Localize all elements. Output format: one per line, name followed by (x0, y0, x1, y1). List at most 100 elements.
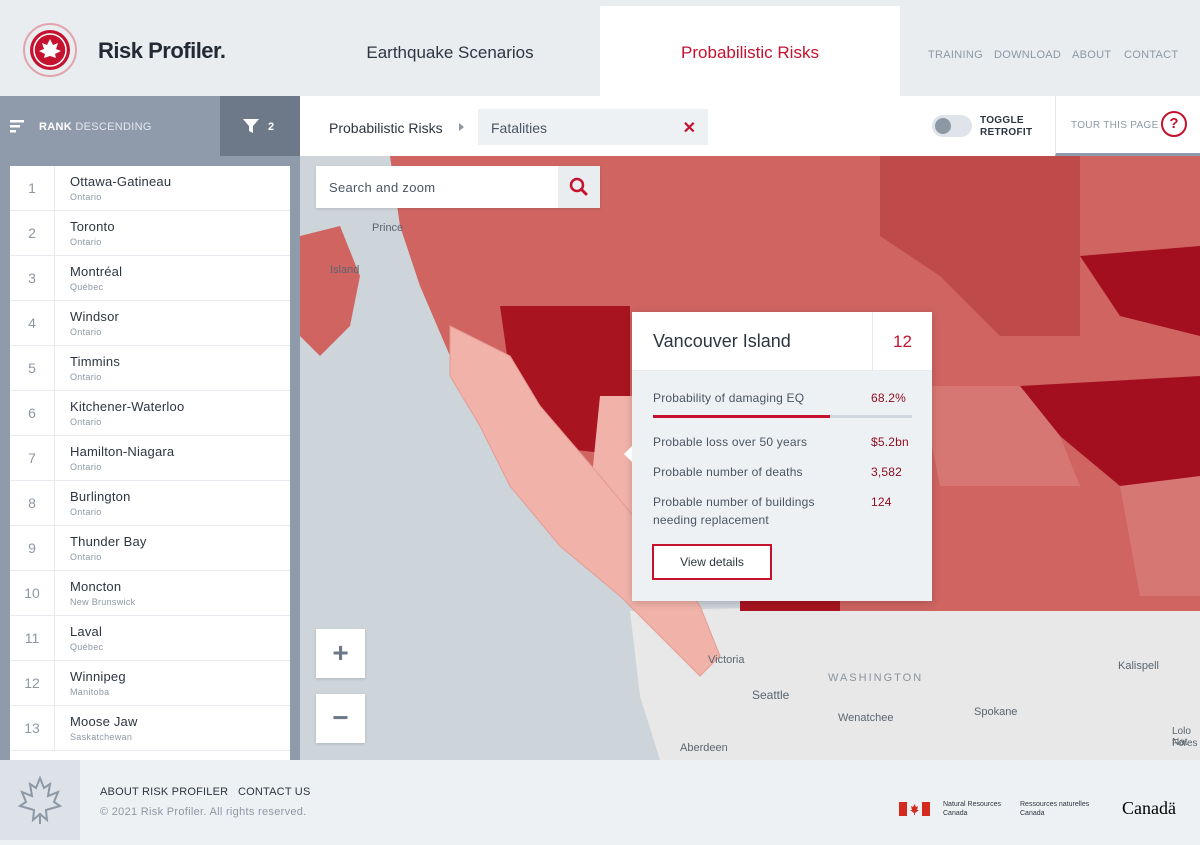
list-item-province: Ontario (70, 372, 102, 382)
zoom-out-button[interactable]: − (316, 694, 365, 743)
footer-contact-link[interactable]: CONTACT US (238, 786, 311, 798)
list-item-province: Ontario (70, 552, 102, 562)
brand-name[interactable]: Risk Profiler. (98, 38, 226, 64)
list-item[interactable]: 12 Winnipeg Manitoba (10, 661, 290, 706)
list-item-rank: 13 (10, 706, 55, 751)
list-item-city: Thunder Bay (70, 534, 147, 549)
nav-download[interactable]: DOWNLOAD (994, 49, 1061, 61)
zoom-in-button[interactable]: + (316, 629, 365, 678)
rank-sort-label: RANK DESCENDING (39, 121, 152, 133)
list-item[interactable]: 3 Montréal Québec (10, 256, 290, 301)
clear-filter-icon[interactable]: ✕ (683, 118, 696, 138)
list-item[interactable]: 2 Toronto Ontario (10, 211, 290, 256)
nav-contact[interactable]: CONTACT (1124, 49, 1178, 61)
list-item[interactable]: 8 Burlington Ontario (10, 481, 290, 526)
list-item-province: Saskatchewan (70, 732, 133, 742)
list-item-province: Ontario (70, 237, 102, 247)
canada-wordmark: Canadä (1122, 798, 1176, 818)
list-item-rank: 6 (10, 391, 55, 436)
list-item[interactable]: 7 Hamilton-Niagara Ontario (10, 436, 290, 481)
list-item-province: Manitoba (70, 687, 110, 697)
list-item-city: Winnipeg (70, 669, 126, 684)
stat-loss-label: Probable loss over 50 years (653, 435, 808, 449)
metric-filter-value: Fatalities (491, 120, 548, 136)
gov-name-fr: Ressources naturelles Canada (1020, 801, 1090, 817)
map-label-kalispell: Kalispell (1118, 660, 1159, 672)
map-label-victoria: Victoria (708, 654, 745, 666)
stat-loss-value: $5.2bn (871, 435, 909, 449)
chevron-right-icon (459, 123, 464, 131)
canada-flag-icon (899, 802, 930, 816)
list-item-rank: 1 (10, 166, 55, 211)
filter-button[interactable]: 2 (220, 96, 300, 156)
list-item-province: New Brunswick (70, 597, 136, 607)
list-item-city: Kitchener-Waterloo (70, 399, 185, 414)
filter-icon (243, 119, 259, 133)
list-item[interactable]: 11 Laval Québec (10, 616, 290, 661)
tour-bar: TOUR THIS PAGE ? (1055, 96, 1200, 156)
list-item-rank: 7 (10, 436, 55, 481)
stat-probability-value: 68.2% (871, 391, 907, 405)
map-label-island: Island (330, 264, 360, 276)
list-item[interactable]: 10 Moncton New Brunswick (10, 571, 290, 616)
tab-probabilistic-risks[interactable]: Probabilistic Risks (600, 6, 900, 96)
nav-training[interactable]: TRAINING (928, 49, 983, 61)
list-item-rank: 12 (10, 661, 55, 706)
map-label-fores: Fores (1172, 738, 1198, 749)
popup-title: Vancouver Island (653, 331, 791, 351)
breadcrumb-probabilistic-risks[interactable]: Probabilistic Risks (329, 120, 443, 136)
list-item[interactable]: 6 Kitchener-Waterloo Ontario (10, 391, 290, 436)
search-button[interactable] (558, 166, 600, 208)
list-item-rank: 9 (10, 526, 55, 571)
list-item-city: Ottawa-Gatineau (70, 174, 172, 189)
list-item[interactable]: 1 Ottawa-Gatineau Ontario (10, 166, 290, 211)
search-input[interactable] (316, 166, 558, 208)
sort-icon (10, 120, 24, 133)
map-label-aberdeen: Aberdeen (680, 742, 728, 754)
stat-deaths-label: Probable number of deaths (653, 465, 803, 479)
retrofit-toggle[interactable] (932, 115, 972, 137)
list-item-city: Burlington (70, 489, 131, 504)
probability-bar (653, 415, 912, 418)
list-item-city: Timmins (70, 354, 121, 369)
list-item-city: Moncton (70, 579, 122, 594)
risk-profiler-logo-icon[interactable] (22, 22, 78, 78)
list-item[interactable]: 9 Thunder Bay Ontario (10, 526, 290, 571)
list-item[interactable]: 5 Timmins Ontario (10, 346, 290, 391)
list-item-rank: 11 (10, 616, 55, 661)
help-icon[interactable]: ? (1161, 111, 1187, 137)
tour-this-page-link[interactable]: TOUR THIS PAGE (1071, 120, 1159, 131)
region-popup: Vancouver Island 12 Probability of damag… (624, 312, 932, 601)
maple-leaf-icon (17, 775, 63, 824)
nav-about[interactable]: ABOUT (1072, 49, 1111, 61)
list-item-rank: 2 (10, 211, 55, 256)
list-item-city: Moose Jaw (70, 714, 138, 729)
map-label-wenatchee: Wenatchee (838, 712, 894, 724)
map-label-spokane: Spokane (974, 706, 1018, 718)
sidebar-scrollbar[interactable] (290, 156, 300, 760)
footer-about-link[interactable]: ABOUT RISK PROFILER (100, 786, 228, 798)
search-icon (569, 177, 588, 196)
view-details-button[interactable]: View details (652, 544, 772, 580)
tab-earthquake-scenarios[interactable]: Earthquake Scenarios (300, 6, 600, 96)
popup-header: Vancouver Island 12 (632, 312, 932, 371)
list-item[interactable]: 4 Windsor Ontario (10, 301, 290, 346)
list-item-province: Québec (70, 282, 104, 292)
ranking-sidebar: 1 Ottawa-Gatineau Ontario 2 Toronto Ontario 3 M… (0, 156, 300, 760)
list-item-province: Ontario (70, 507, 102, 517)
footer: ABOUT RISK PROFILER CONTACT US © 2021 Ri… (0, 760, 1200, 840)
footer-logo (0, 760, 80, 840)
list-item[interactable]: 13 Moose Jaw Saskatchewan (10, 706, 290, 751)
list-item-province: Ontario (70, 327, 102, 337)
list-item-rank: 4 (10, 301, 55, 346)
rank-sort-control[interactable]: RANK DESCENDING (0, 96, 220, 156)
stat-probability-label: Probability of damaging EQ (653, 391, 805, 405)
map-label-prince: Prince (372, 222, 404, 234)
list-item-city: Windsor (70, 309, 120, 324)
metric-filter-field[interactable]: Fatalities ✕ (478, 109, 708, 145)
stat-deaths-value: 3,582 (871, 465, 903, 479)
copyright: © 2021 Risk Profiler. All rights reserve… (100, 806, 307, 818)
gov-name-en: Natural Resources Canada (943, 801, 1001, 817)
list-item-city: Hamilton-Niagara (70, 444, 175, 459)
stat-buildings-label: Probable number of buildings needing rep… (653, 495, 815, 527)
